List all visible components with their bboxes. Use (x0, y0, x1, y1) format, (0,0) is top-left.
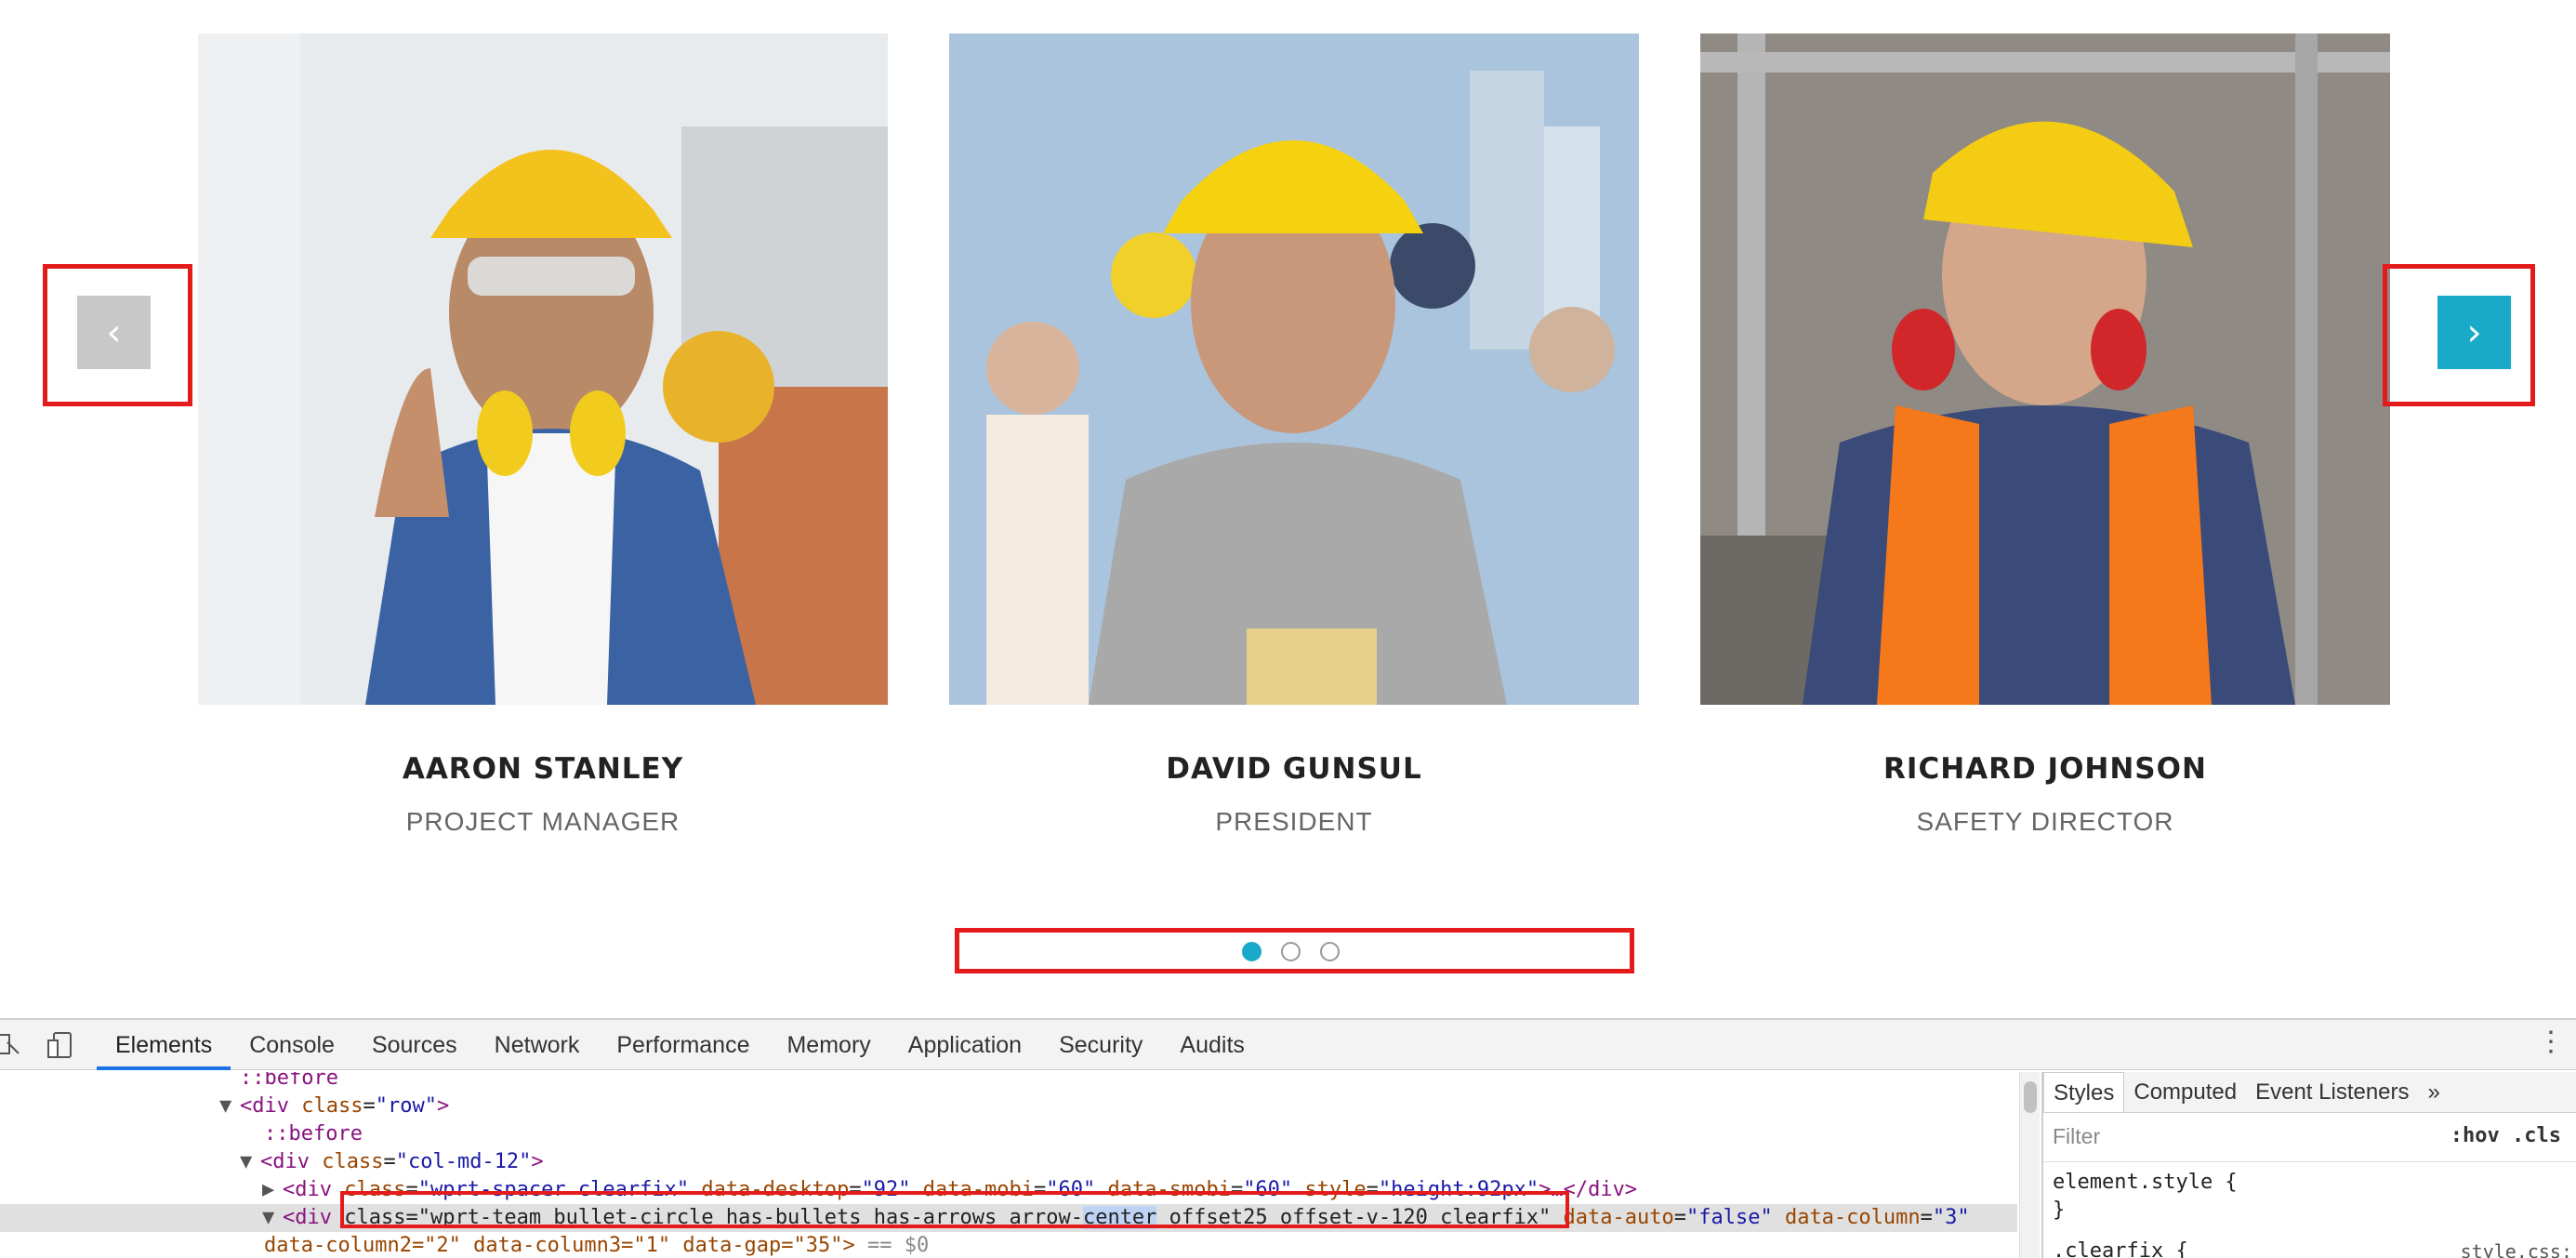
dom-value: "col-md-12" (395, 1150, 532, 1173)
team-member-role: PROJECT MANAGER (405, 807, 680, 836)
more-options-icon[interactable]: ⋮ (2537, 1026, 2565, 1058)
dom-tree: ::before ▼ <div class="row"> ::before ▼ <d… (0, 1072, 2017, 1258)
dom-node[interactable]: ▼ <div class="col-md-12"> (0, 1148, 2017, 1176)
team-member-name: AARON STANLEY (402, 752, 684, 786)
style-rule-selector[interactable]: .clearfix { (2053, 1239, 2188, 1258)
styles-divider (2043, 1161, 2576, 1162)
dom-node[interactable]: data-column2="2" data-column3="1" data-g… (0, 1232, 2017, 1258)
dom-tag: <div (283, 1178, 345, 1201)
dom-pseudo: ::before (264, 1122, 363, 1145)
page: AARON STANLEY PROJECT MANAGER DAVID GUNS… (0, 0, 2576, 1258)
dom-tag: <div (240, 1094, 302, 1118)
dom-pseudo: ::before (240, 1072, 338, 1090)
more-tabs-icon[interactable]: » (2419, 1072, 2450, 1112)
tab-sources[interactable]: Sources (353, 1020, 476, 1070)
dom-tag: > (531, 1150, 544, 1173)
dom-attr: data-column (1772, 1206, 1921, 1229)
style-source-link[interactable]: style.css: (2461, 1240, 2572, 1258)
dom-node[interactable]: ▼ <div class="row"> (0, 1092, 2017, 1120)
prev-arrow-highlight-box (43, 264, 192, 406)
team-member-photo (1700, 33, 2390, 705)
tab-console[interactable]: Console (231, 1020, 353, 1070)
style-rule-selector[interactable]: element.style { (2053, 1171, 2238, 1194)
dom-tag: <div (283, 1206, 345, 1229)
team-member-role: PRESIDENT (1215, 807, 1373, 836)
tab-security[interactable]: Security (1040, 1020, 1161, 1070)
tab-application[interactable]: Application (890, 1020, 1040, 1070)
style-rule-close: } (2053, 1198, 2066, 1222)
dom-attr: data-auto (1551, 1206, 1674, 1229)
class-attr-highlight-box (340, 1191, 1569, 1228)
devtools-panel: Elements Console Sources Network Perform… (0, 1018, 2576, 1258)
hov-cls-toggle[interactable]: :hov .cls (2451, 1124, 2561, 1147)
team-member-name: DAVID GUNSUL (1166, 752, 1422, 786)
devtools-toolbar: Elements Console Sources Network Perform… (0, 1020, 2576, 1070)
tab-elements[interactable]: Elements (97, 1020, 231, 1070)
dom-eq-marker: == $0 (854, 1234, 930, 1257)
dom-tag: <div (260, 1150, 323, 1173)
tab-memory[interactable]: Memory (768, 1020, 889, 1070)
team-member-name: RICHARD JOHNSON (1883, 752, 2207, 786)
device-toolbar-icon[interactable] (46, 1031, 78, 1064)
dom-value: "row" (375, 1094, 437, 1118)
bullets-highlight-box (955, 928, 1634, 973)
styles-tabs: Styles Computed Event Listeners » (2043, 1072, 2576, 1113)
team-carousel: AARON STANLEY PROJECT MANAGER DAVID GUNS… (0, 0, 2576, 1018)
tab-event-listeners[interactable]: Event Listeners (2246, 1072, 2418, 1112)
styles-pane: Styles Computed Event Listeners » Filter… (2041, 1072, 2576, 1258)
dom-node[interactable]: ::before (0, 1120, 2017, 1148)
tab-performance[interactable]: Performance (598, 1020, 768, 1070)
devtools-toolbar-icons (0, 1031, 78, 1064)
dom-scrollbar[interactable] (2019, 1072, 2040, 1258)
team-member-photo (198, 33, 888, 705)
devtools-tabs: Elements Console Sources Network Perform… (97, 1020, 1263, 1070)
dom-attr: class (301, 1094, 363, 1118)
tab-styles[interactable]: Styles (2043, 1072, 2125, 1112)
dom-attr: class (322, 1150, 384, 1173)
tab-network[interactable]: Network (476, 1020, 599, 1070)
dom-node[interactable]: ::before (0, 1072, 2017, 1092)
next-arrow-highlight-box (2383, 264, 2535, 406)
tab-audits[interactable]: Audits (1161, 1020, 1262, 1070)
dom-value: "3" (1932, 1206, 1970, 1229)
dom-value: "false" (1685, 1206, 1773, 1229)
inspect-element-icon[interactable] (0, 1031, 28, 1064)
team-member-photo (949, 33, 1639, 705)
scrollbar-thumb[interactable] (2024, 1081, 2037, 1113)
dom-attr: data-column2="2" data-column3="1" data-g… (264, 1234, 855, 1257)
dom-tag: > (436, 1094, 450, 1118)
tab-computed[interactable]: Computed (2124, 1072, 2246, 1112)
team-member-role: SAFETY DIRECTOR (1916, 807, 2174, 836)
